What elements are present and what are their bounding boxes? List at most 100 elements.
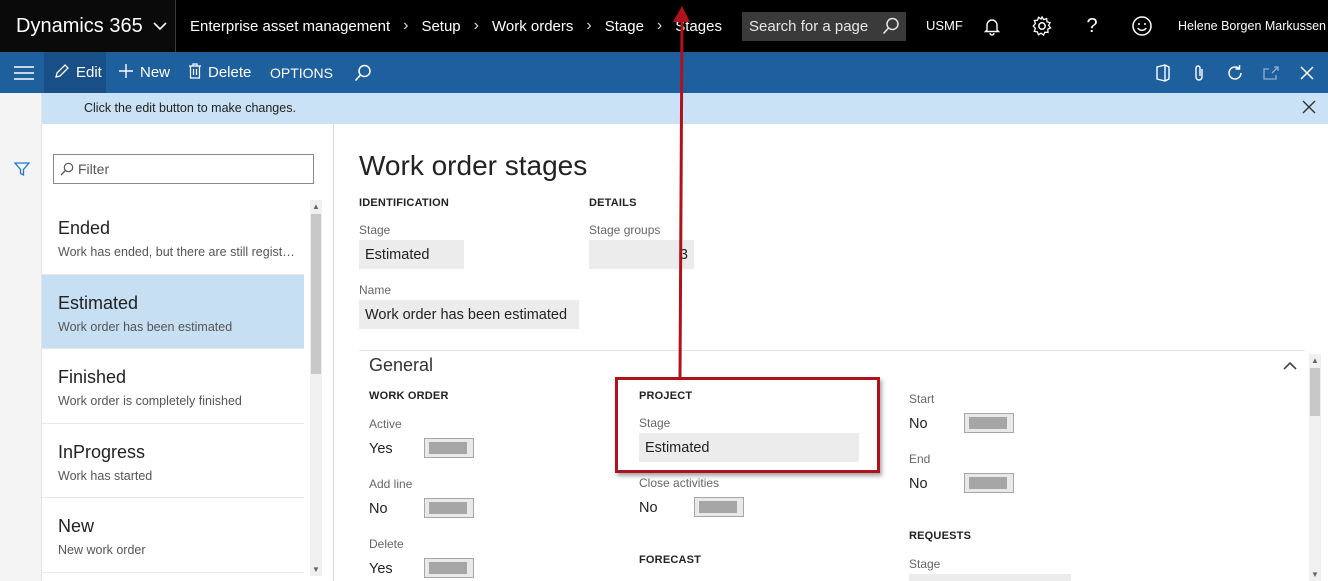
left-strip [0,93,42,581]
add-line-value: No [369,501,388,517]
action-pane: Edit New Delete OPTIONS [0,52,1328,93]
delete-button[interactable]: Delete [188,52,251,93]
general-fasttab-title[interactable]: General [369,355,433,376]
close-message-icon[interactable] [1302,100,1316,117]
breadcrumb-item-stage[interactable]: Stage [605,18,644,35]
plus-icon [118,63,134,83]
form-scrollbar[interactable]: ▲ ▼ [1309,354,1321,581]
add-line-toggle[interactable] [424,498,474,518]
close-activities-toggle[interactable] [694,497,744,517]
filter-input[interactable]: Filter [53,154,314,184]
delete-label: Delete [369,537,404,551]
active-value: Yes [369,441,393,457]
project-stage-label: Stage [639,416,671,430]
breadcrumb-item-work-orders[interactable]: Work orders [492,18,573,35]
chevron-right-icon: › [656,17,663,34]
scrollbar-thumb[interactable] [311,214,321,374]
refresh-icon[interactable] [1225,63,1245,83]
list-item-description: Work order has been estimated [58,319,233,334]
search-placeholder: Search for a page [749,18,869,35]
toggle-knob [429,562,467,574]
list-item-name: InProgress [58,441,146,462]
scrollbar-thumb[interactable] [1310,368,1320,416]
name-field[interactable]: Work order has been estimated [359,300,579,329]
active-label: Active [369,417,402,431]
forecast-header: FORECAST [639,554,702,566]
requests-header: REQUESTS [909,530,972,542]
chevron-up-icon[interactable] [1283,357,1297,375]
chevron-right-icon: › [473,17,479,34]
scroll-up-icon[interactable]: ▲ [312,202,320,211]
add-line-label: Add line [369,477,413,491]
end-value: No [909,476,928,492]
page-search-input[interactable]: Search for a page [742,12,906,41]
stage-groups-label: Stage groups [589,223,661,237]
edit-button[interactable]: Edit [44,52,106,93]
form-content: Work order stages IDENTIFICATION Stage E… [335,124,1328,581]
chevron-right-icon: › [403,17,409,34]
action-search-icon[interactable] [354,52,372,93]
requests-stage-field[interactable] [909,574,1071,581]
end-toggle[interactable] [964,473,1014,493]
trash-icon [188,62,202,83]
divider [359,350,1305,351]
toggle-knob [429,502,467,514]
office-icon[interactable] [1153,63,1173,83]
toggle-knob [969,417,1007,429]
list-item-name: Finished [58,367,127,387]
filter-icon[interactable] [13,161,31,182]
attach-icon[interactable] [1189,63,1209,83]
close-icon[interactable] [1297,63,1317,83]
project-header: PROJECT [639,390,693,402]
help-icon[interactable]: ? [1079,13,1105,39]
app-switcher[interactable]: Dynamics 365 [0,0,176,52]
breadcrumb-item-module[interactable]: Enterprise asset management [190,18,390,35]
gear-icon[interactable] [1029,13,1055,39]
start-value: No [909,416,928,432]
chevron-down-icon [153,18,167,34]
identification-header: IDENTIFICATION [359,197,449,209]
company-picker[interactable]: USMF [926,18,963,33]
delete-value: Yes [369,561,393,577]
breadcrumb-item-setup[interactable]: Setup [421,18,460,35]
message-text: Click the edit button to make changes. [84,101,296,115]
list-item[interactable]: InProgress Work has started [42,424,304,498]
hamburger-menu-icon[interactable] [14,52,34,93]
scroll-down-icon[interactable]: ▼ [1311,570,1319,579]
scroll-down-icon[interactable]: ▼ [312,565,320,574]
new-button[interactable]: New [118,52,170,93]
list-item-description: Work has started [58,468,153,483]
delete-toggle[interactable] [424,558,474,578]
edit-label: Edit [76,64,102,81]
options-button[interactable]: OPTIONS [270,52,333,93]
project-stage-field[interactable]: Estimated [639,433,859,462]
list-item[interactable]: Finished Work order is completely finish… [42,349,304,424]
start-toggle[interactable] [964,413,1014,433]
stage-field[interactable]: Estimated [359,240,464,269]
list-item-name: Ended [58,218,111,238]
search-icon[interactable] [882,17,900,39]
toggle-knob [699,501,737,513]
list-item[interactable]: Ended Work has ended, but there are stil… [42,200,304,275]
list-item-description: Work order is completely finished [58,394,242,408]
smiley-icon[interactable] [1129,13,1155,39]
scroll-up-icon[interactable]: ▲ [1311,356,1319,365]
filter-placeholder: Filter [78,161,110,177]
breadcrumb: Enterprise asset management › Setup › Wo… [190,0,722,52]
active-toggle[interactable] [424,438,474,458]
top-navigation-bar: Dynamics 365 Enterprise asset management… [0,0,1328,52]
search-icon [60,162,74,179]
breadcrumb-item-stages[interactable]: Stages [675,18,722,35]
close-activities-value: No [639,500,658,516]
popout-icon[interactable] [1261,63,1281,83]
list-scrollbar[interactable]: ▲ ▼ [310,200,322,576]
stage-groups-field[interactable]: 3 [589,240,694,269]
requests-stage-label: Stage [909,557,941,571]
pencil-icon [54,63,70,83]
bell-icon[interactable] [979,13,1005,39]
user-name[interactable]: Helene Borgen Markussen [1178,19,1326,33]
list-item-selected[interactable]: Estimated Work order has been estimated [42,274,304,349]
name-label: Name [359,283,392,297]
page-title: Work order stages [359,150,588,181]
list-item[interactable]: New New work order [42,498,304,573]
